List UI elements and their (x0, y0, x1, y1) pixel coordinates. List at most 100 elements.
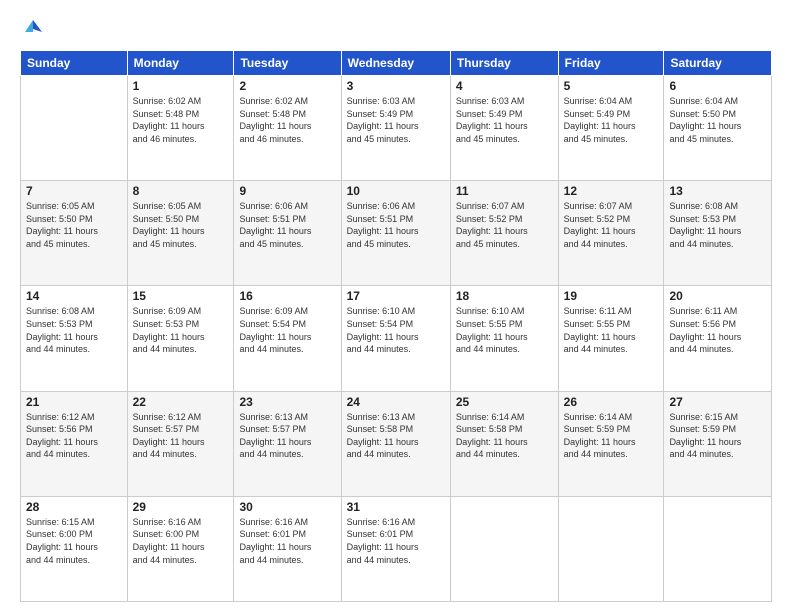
header (20, 18, 772, 40)
calendar-cell: 14 Sunrise: 6:08 AM Sunset: 5:53 PM Dayl… (21, 286, 128, 391)
day-info: Sunrise: 6:04 AM Sunset: 5:49 PM Dayligh… (564, 95, 659, 145)
day-info: Sunrise: 6:10 AM Sunset: 5:55 PM Dayligh… (456, 305, 553, 355)
day-info: Sunrise: 6:15 AM Sunset: 6:00 PM Dayligh… (26, 516, 122, 566)
calendar-header-thursday: Thursday (450, 51, 558, 76)
day-number: 26 (564, 395, 659, 409)
day-info: Sunrise: 6:05 AM Sunset: 5:50 PM Dayligh… (26, 200, 122, 250)
day-number: 29 (133, 500, 229, 514)
calendar-cell: 21 Sunrise: 6:12 AM Sunset: 5:56 PM Dayl… (21, 391, 128, 496)
day-info: Sunrise: 6:14 AM Sunset: 5:58 PM Dayligh… (456, 411, 553, 461)
day-number: 28 (26, 500, 122, 514)
calendar-cell: 2 Sunrise: 6:02 AM Sunset: 5:48 PM Dayli… (234, 76, 341, 181)
calendar-cell: 7 Sunrise: 6:05 AM Sunset: 5:50 PM Dayli… (21, 181, 128, 286)
calendar-header-friday: Friday (558, 51, 664, 76)
day-info: Sunrise: 6:13 AM Sunset: 5:58 PM Dayligh… (347, 411, 445, 461)
day-number: 7 (26, 184, 122, 198)
calendar-cell: 10 Sunrise: 6:06 AM Sunset: 5:51 PM Dayl… (341, 181, 450, 286)
day-number: 6 (669, 79, 766, 93)
day-number: 8 (133, 184, 229, 198)
calendar-cell: 9 Sunrise: 6:06 AM Sunset: 5:51 PM Dayli… (234, 181, 341, 286)
day-number: 16 (239, 289, 335, 303)
calendar-cell: 31 Sunrise: 6:16 AM Sunset: 6:01 PM Dayl… (341, 496, 450, 601)
day-info: Sunrise: 6:02 AM Sunset: 5:48 PM Dayligh… (239, 95, 335, 145)
calendar-cell: 17 Sunrise: 6:10 AM Sunset: 5:54 PM Dayl… (341, 286, 450, 391)
calendar-cell: 23 Sunrise: 6:13 AM Sunset: 5:57 PM Dayl… (234, 391, 341, 496)
day-number: 15 (133, 289, 229, 303)
day-info: Sunrise: 6:09 AM Sunset: 5:54 PM Dayligh… (239, 305, 335, 355)
calendar-header-tuesday: Tuesday (234, 51, 341, 76)
calendar-header-monday: Monday (127, 51, 234, 76)
day-info: Sunrise: 6:14 AM Sunset: 5:59 PM Dayligh… (564, 411, 659, 461)
logo-icon (22, 18, 44, 40)
day-info: Sunrise: 6:06 AM Sunset: 5:51 PM Dayligh… (347, 200, 445, 250)
day-number: 3 (347, 79, 445, 93)
day-info: Sunrise: 6:08 AM Sunset: 5:53 PM Dayligh… (26, 305, 122, 355)
page: SundayMondayTuesdayWednesdayThursdayFrid… (0, 0, 792, 612)
day-info: Sunrise: 6:03 AM Sunset: 5:49 PM Dayligh… (347, 95, 445, 145)
calendar-cell: 27 Sunrise: 6:15 AM Sunset: 5:59 PM Dayl… (664, 391, 772, 496)
day-number: 17 (347, 289, 445, 303)
calendar-cell: 19 Sunrise: 6:11 AM Sunset: 5:55 PM Dayl… (558, 286, 664, 391)
day-info: Sunrise: 6:04 AM Sunset: 5:50 PM Dayligh… (669, 95, 766, 145)
day-info: Sunrise: 6:03 AM Sunset: 5:49 PM Dayligh… (456, 95, 553, 145)
calendar-cell: 25 Sunrise: 6:14 AM Sunset: 5:58 PM Dayl… (450, 391, 558, 496)
calendar-cell: 22 Sunrise: 6:12 AM Sunset: 5:57 PM Dayl… (127, 391, 234, 496)
day-number: 27 (669, 395, 766, 409)
day-number: 13 (669, 184, 766, 198)
day-info: Sunrise: 6:11 AM Sunset: 5:55 PM Dayligh… (564, 305, 659, 355)
day-info: Sunrise: 6:06 AM Sunset: 5:51 PM Dayligh… (239, 200, 335, 250)
day-info: Sunrise: 6:13 AM Sunset: 5:57 PM Dayligh… (239, 411, 335, 461)
day-number: 20 (669, 289, 766, 303)
day-info: Sunrise: 6:09 AM Sunset: 5:53 PM Dayligh… (133, 305, 229, 355)
calendar-header-sunday: Sunday (21, 51, 128, 76)
calendar-cell: 28 Sunrise: 6:15 AM Sunset: 6:00 PM Dayl… (21, 496, 128, 601)
calendar-cell: 8 Sunrise: 6:05 AM Sunset: 5:50 PM Dayli… (127, 181, 234, 286)
day-info: Sunrise: 6:16 AM Sunset: 6:01 PM Dayligh… (347, 516, 445, 566)
day-number: 2 (239, 79, 335, 93)
calendar-cell: 20 Sunrise: 6:11 AM Sunset: 5:56 PM Dayl… (664, 286, 772, 391)
day-number: 12 (564, 184, 659, 198)
calendar-cell (21, 76, 128, 181)
calendar-header-row: SundayMondayTuesdayWednesdayThursdayFrid… (21, 51, 772, 76)
calendar-week-3: 14 Sunrise: 6:08 AM Sunset: 5:53 PM Dayl… (21, 286, 772, 391)
calendar-week-1: 1 Sunrise: 6:02 AM Sunset: 5:48 PM Dayli… (21, 76, 772, 181)
calendar-cell: 26 Sunrise: 6:14 AM Sunset: 5:59 PM Dayl… (558, 391, 664, 496)
calendar-cell: 24 Sunrise: 6:13 AM Sunset: 5:58 PM Dayl… (341, 391, 450, 496)
calendar-cell: 15 Sunrise: 6:09 AM Sunset: 5:53 PM Dayl… (127, 286, 234, 391)
calendar-cell: 1 Sunrise: 6:02 AM Sunset: 5:48 PM Dayli… (127, 76, 234, 181)
calendar-cell: 18 Sunrise: 6:10 AM Sunset: 5:55 PM Dayl… (450, 286, 558, 391)
day-number: 25 (456, 395, 553, 409)
day-info: Sunrise: 6:07 AM Sunset: 5:52 PM Dayligh… (564, 200, 659, 250)
day-number: 11 (456, 184, 553, 198)
calendar-cell (664, 496, 772, 601)
logo (20, 18, 44, 40)
calendar-cell: 12 Sunrise: 6:07 AM Sunset: 5:52 PM Dayl… (558, 181, 664, 286)
calendar-week-5: 28 Sunrise: 6:15 AM Sunset: 6:00 PM Dayl… (21, 496, 772, 601)
day-info: Sunrise: 6:15 AM Sunset: 5:59 PM Dayligh… (669, 411, 766, 461)
calendar-header-saturday: Saturday (664, 51, 772, 76)
day-number: 24 (347, 395, 445, 409)
calendar-cell: 3 Sunrise: 6:03 AM Sunset: 5:49 PM Dayli… (341, 76, 450, 181)
calendar-cell (450, 496, 558, 601)
day-number: 1 (133, 79, 229, 93)
calendar-cell: 30 Sunrise: 6:16 AM Sunset: 6:01 PM Dayl… (234, 496, 341, 601)
calendar-week-2: 7 Sunrise: 6:05 AM Sunset: 5:50 PM Dayli… (21, 181, 772, 286)
day-info: Sunrise: 6:11 AM Sunset: 5:56 PM Dayligh… (669, 305, 766, 355)
calendar-cell: 13 Sunrise: 6:08 AM Sunset: 5:53 PM Dayl… (664, 181, 772, 286)
calendar-cell: 16 Sunrise: 6:09 AM Sunset: 5:54 PM Dayl… (234, 286, 341, 391)
day-number: 22 (133, 395, 229, 409)
calendar-cell: 29 Sunrise: 6:16 AM Sunset: 6:00 PM Dayl… (127, 496, 234, 601)
day-info: Sunrise: 6:10 AM Sunset: 5:54 PM Dayligh… (347, 305, 445, 355)
day-info: Sunrise: 6:16 AM Sunset: 6:01 PM Dayligh… (239, 516, 335, 566)
day-info: Sunrise: 6:16 AM Sunset: 6:00 PM Dayligh… (133, 516, 229, 566)
calendar-cell: 6 Sunrise: 6:04 AM Sunset: 5:50 PM Dayli… (664, 76, 772, 181)
day-number: 23 (239, 395, 335, 409)
calendar-cell (558, 496, 664, 601)
day-info: Sunrise: 6:12 AM Sunset: 5:56 PM Dayligh… (26, 411, 122, 461)
day-number: 21 (26, 395, 122, 409)
calendar: SundayMondayTuesdayWednesdayThursdayFrid… (20, 50, 772, 602)
day-info: Sunrise: 6:02 AM Sunset: 5:48 PM Dayligh… (133, 95, 229, 145)
day-number: 5 (564, 79, 659, 93)
day-number: 9 (239, 184, 335, 198)
day-number: 31 (347, 500, 445, 514)
